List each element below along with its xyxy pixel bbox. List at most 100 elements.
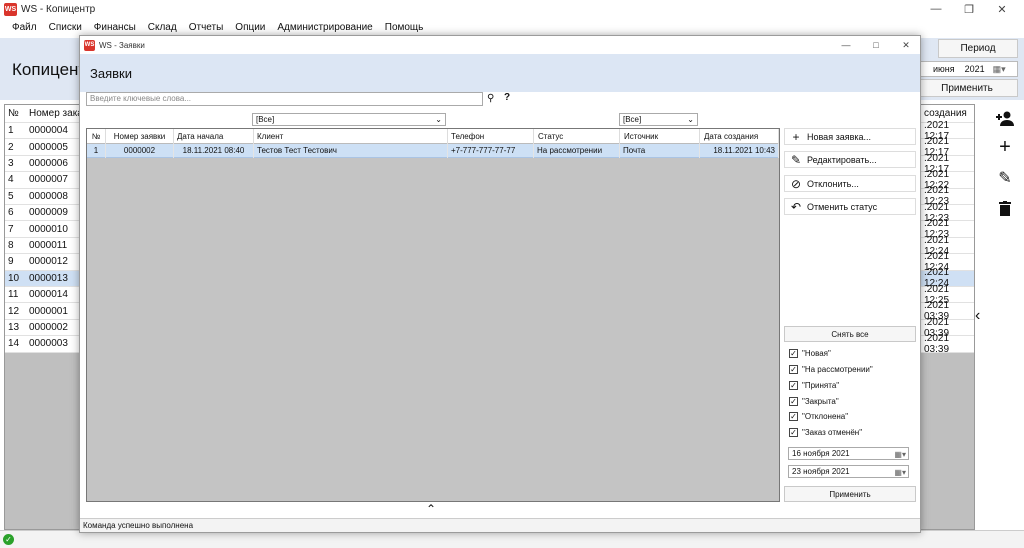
status-label: "Отклонена" xyxy=(802,412,849,421)
table-row[interactable]: 1 0000004 xyxy=(5,123,83,140)
cell-number: 12 xyxy=(8,305,20,317)
table-row[interactable]: 2 0000005 xyxy=(5,139,83,156)
cell-phone: +7-777-777-77-77 xyxy=(448,144,534,158)
cell-client: Тестов Тест Тестович xyxy=(254,144,448,158)
close-icon[interactable]: ✕ xyxy=(988,0,1016,18)
cell-order-number: 0000013 xyxy=(29,272,68,284)
cell-number: 4 xyxy=(8,174,14,186)
menu-file[interactable]: Файл xyxy=(12,22,37,33)
dialog-apply-button[interactable]: Применить xyxy=(784,486,916,502)
table-row[interactable]: 14 0000003 xyxy=(5,336,83,353)
dialog-status-bar: Команда успешно выполнена xyxy=(80,518,920,532)
status-checkbox-rejected[interactable]: ✓ "Отклонена" xyxy=(789,412,848,421)
table-row[interactable]: 13 0000002 xyxy=(5,319,83,337)
table-row[interactable]: 3 0000006 xyxy=(5,155,83,173)
menu-reports[interactable]: Отчеты xyxy=(189,22,224,33)
menu-lists[interactable]: Списки xyxy=(49,22,82,33)
column-header-start-date[interactable]: Дата начала xyxy=(174,129,254,144)
date-to-value: 23 ноября 2021 xyxy=(792,467,850,476)
help-icon[interactable]: ? xyxy=(504,92,510,103)
main-page-title: Копицент xyxy=(12,60,87,79)
table-row[interactable]: 9 0000012 xyxy=(5,254,83,271)
table-row[interactable]: 11 0000014 xyxy=(5,287,83,304)
column-header-phone[interactable]: Телефон xyxy=(448,129,534,144)
table-row[interactable]: 6 0000009 xyxy=(5,205,83,222)
calendar-dropdown-icon[interactable]: ▦▾ xyxy=(894,467,906,478)
main-window-title: WS - Копицентр xyxy=(21,3,96,15)
period-button[interactable]: Период xyxy=(938,39,1018,58)
dialog-maximize-icon[interactable]: □ xyxy=(862,36,890,54)
menu-admin[interactable]: Администрирование xyxy=(277,22,372,33)
date-from-field[interactable]: 16 ноября 2021 ▦▾ xyxy=(788,447,909,460)
cell-number: 3 xyxy=(8,157,14,169)
menu-bar: Файл Списки Финансы Склад Отчеты Опции А… xyxy=(0,18,1024,36)
cell-order-number: 0000004 xyxy=(29,125,68,137)
requests-grid: № Номер заявки Дата начала Клиент Телефо… xyxy=(86,128,780,502)
table-row[interactable]: 8 0000011 xyxy=(5,237,83,255)
minimize-icon[interactable]: — xyxy=(922,0,950,18)
status-checkbox-closed[interactable]: ✓ "Закрыта" xyxy=(789,397,839,406)
cancel-status-button[interactable]: ↶ Отменить статус xyxy=(784,198,916,215)
plus-icon[interactable]: + xyxy=(992,135,1018,159)
status-checkbox-accepted[interactable]: ✓ "Принята" xyxy=(789,381,839,390)
clear-all-button[interactable]: Снять все xyxy=(784,326,916,342)
dialog-close-icon[interactable]: ✕ xyxy=(892,36,920,54)
dialog-app-icon: WS xyxy=(84,39,95,51)
check-circle-icon: ✓ xyxy=(3,534,14,545)
cell-number: 11 xyxy=(8,289,19,301)
trash-icon[interactable] xyxy=(992,196,1018,220)
table-row[interactable]: 5 0000008 xyxy=(5,188,83,205)
grid-header: № Номер заявки Дата начала Клиент Телефо… xyxy=(87,129,779,144)
calendar-dropdown-icon[interactable]: ▦▾ xyxy=(993,64,1006,75)
chevron-up-icon[interactable]: ⌃ xyxy=(426,502,436,516)
table-row[interactable]: 10 0000013 xyxy=(5,270,83,287)
new-request-button[interactable]: + Новая заявка... xyxy=(784,128,916,145)
calendar-dropdown-icon[interactable]: ▦▾ xyxy=(894,449,906,460)
main-apply-button[interactable]: Применить xyxy=(916,79,1018,97)
add-user-icon[interactable] xyxy=(992,106,1018,130)
column-header-number[interactable]: № xyxy=(87,129,106,144)
dialog-title: WS - Заявки xyxy=(99,40,145,50)
menu-help[interactable]: Помощь xyxy=(385,22,424,33)
status-checkbox-review[interactable]: ✓ "На рассмотрении" xyxy=(789,365,873,374)
period-date-field[interactable]: июня 2021 ▦▾ xyxy=(916,61,1018,77)
pencil-icon[interactable]: ✎ xyxy=(992,166,1018,190)
column-header-created-date[interactable]: Дата создания xyxy=(700,129,779,144)
column-header-status[interactable]: Статус xyxy=(534,129,620,144)
cell-order-number: 0000005 xyxy=(29,141,68,153)
column-header-client[interactable]: Клиент xyxy=(254,129,448,144)
cell-number: 1 xyxy=(87,144,106,158)
cell-order-number: 0000011 xyxy=(29,239,68,251)
date-to-field[interactable]: 23 ноября 2021 ▦▾ xyxy=(788,465,909,478)
column-header-source[interactable]: Источник xyxy=(620,129,700,144)
chevron-left-icon[interactable]: ‹ xyxy=(975,307,980,325)
cell-order-number: 0000001 xyxy=(29,305,68,317)
reject-button[interactable]: ⊘ Отклонить... xyxy=(784,175,916,192)
status-checkbox-order-cancelled[interactable]: ✓ "Заказ отменён" xyxy=(789,428,862,437)
restore-icon[interactable]: ❐ xyxy=(955,0,983,18)
search-input[interactable]: Введите ключевые слова... xyxy=(86,92,483,106)
menu-warehouse[interactable]: Склад xyxy=(148,22,177,33)
edit-button[interactable]: ✎ Редактировать... xyxy=(784,151,916,168)
table-row[interactable]: 4 0000007 xyxy=(5,172,83,189)
cell-order-number: 0000012 xyxy=(29,256,68,268)
dialog-minimize-icon[interactable]: — xyxy=(832,36,860,54)
table-row[interactable]: 1 0000002 18.11.2021 08:40 Тестов Тест Т… xyxy=(87,144,779,158)
status-label: "Заказ отменён" xyxy=(802,428,863,437)
source-filter-select[interactable]: [Все] ⌄ xyxy=(619,113,698,126)
menu-options[interactable]: Опции xyxy=(235,22,265,33)
cell-created-date[interactable]: .2021 03:39 xyxy=(921,333,974,355)
main-grid-left: № Номер зака 1 0000004 2 0000005 3 0000006 4 00… xyxy=(4,104,84,530)
table-row[interactable]: 7 0000010 xyxy=(5,221,83,238)
column-header-request-number[interactable]: Номер заявки xyxy=(106,129,174,144)
dialog-header-band xyxy=(80,54,920,92)
client-filter-select[interactable]: [Все] ⌄ xyxy=(252,113,446,126)
app-icon: WS xyxy=(4,2,17,16)
table-row[interactable]: 12 0000001 xyxy=(5,303,83,320)
cell-number: 5 xyxy=(8,190,14,202)
status-checkbox-new[interactable]: ✓ "Новая" xyxy=(789,349,831,358)
search-icon[interactable]: ⚲ xyxy=(487,93,494,104)
menu-finance[interactable]: Финансы xyxy=(94,22,136,33)
checkbox-icon: ✓ xyxy=(789,397,798,406)
cell-source: Почта xyxy=(620,144,700,158)
